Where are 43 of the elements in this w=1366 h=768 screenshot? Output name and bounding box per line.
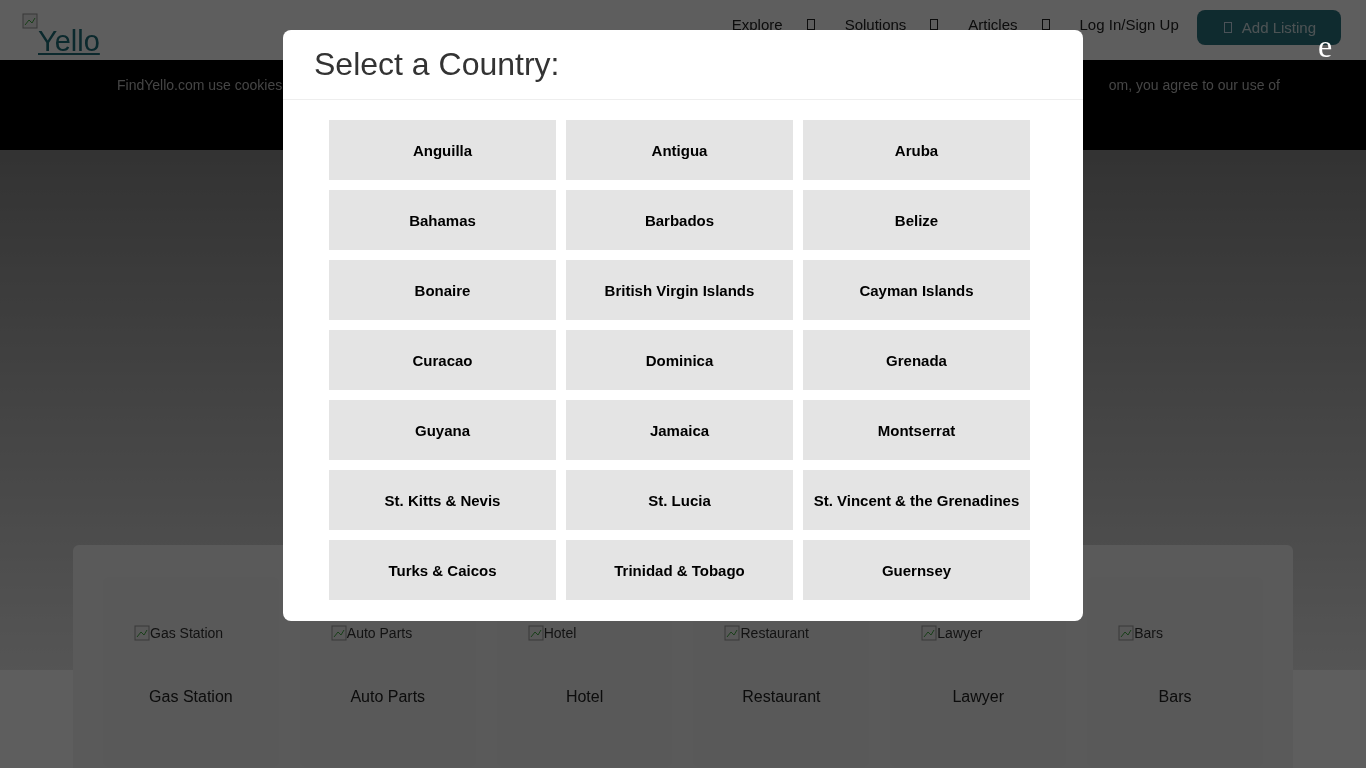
country-button[interactable]: Jamaica	[566, 400, 793, 460]
image-alt-text: Bars	[1134, 625, 1163, 641]
image-alt-text: Gas Station	[150, 625, 224, 641]
broken-image-icon	[134, 625, 150, 641]
country-button[interactable]: Anguilla	[329, 120, 556, 180]
broken-image-icon	[1118, 625, 1135, 641]
country-button[interactable]: Curacao	[329, 330, 556, 390]
country-button[interactable]: St. Lucia	[566, 470, 793, 530]
broken-image-icon	[527, 625, 544, 641]
country-button[interactable]: Antigua	[566, 120, 793, 180]
country-button[interactable]: Guyana	[329, 400, 556, 460]
broken-image-icon	[921, 625, 938, 641]
country-button[interactable]: Montserrat	[803, 400, 1030, 460]
country-button[interactable]: Bahamas	[329, 190, 556, 250]
dialog-title: Select a Country:	[314, 46, 560, 83]
country-button[interactable]: St. Vincent & the Grenadines	[803, 470, 1030, 530]
country-button[interactable]: Belize	[803, 190, 1030, 250]
broken-image-icon	[724, 625, 741, 641]
country-button[interactable]: St. Kitts & Nevis	[329, 470, 556, 530]
cookie-text: om, you agree to our use of	[1108, 77, 1280, 95]
category-label: Lawyer	[952, 688, 1004, 706]
country-button[interactable]: Turks & Caicos	[329, 540, 556, 600]
category-label: Auto Parts	[350, 688, 426, 706]
country-button[interactable]: British Virgin Islands	[566, 260, 793, 320]
image-alt-text: Auto Parts	[346, 625, 413, 641]
category-label: Restaurant	[742, 688, 821, 706]
category-label: Bars	[1158, 688, 1192, 706]
category-label: Hotel	[565, 688, 604, 706]
broken-image-icon	[330, 625, 347, 641]
broken-image-icon	[22, 13, 38, 29]
cookie-text: FindYello.com use cookies	[117, 77, 283, 95]
image-alt-text: Lawyer	[937, 625, 983, 641]
country-button[interactable]: Grenada	[803, 330, 1030, 390]
country-button[interactable]: Aruba	[803, 120, 1030, 180]
country-button[interactable]: Guernsey	[803, 540, 1030, 600]
image-alt-text: Hotel	[543, 625, 577, 641]
country-button[interactable]: Trinidad & Tobago	[566, 540, 793, 600]
country-button[interactable]: Cayman Islands	[803, 260, 1030, 320]
image-alt-text: Restaurant	[740, 625, 809, 641]
country-button[interactable]: Bonaire	[329, 260, 556, 320]
country-button[interactable]: Dominica	[566, 330, 793, 390]
country-button[interactable]: Barbados	[566, 190, 793, 250]
category-label: Gas Station	[149, 688, 233, 706]
